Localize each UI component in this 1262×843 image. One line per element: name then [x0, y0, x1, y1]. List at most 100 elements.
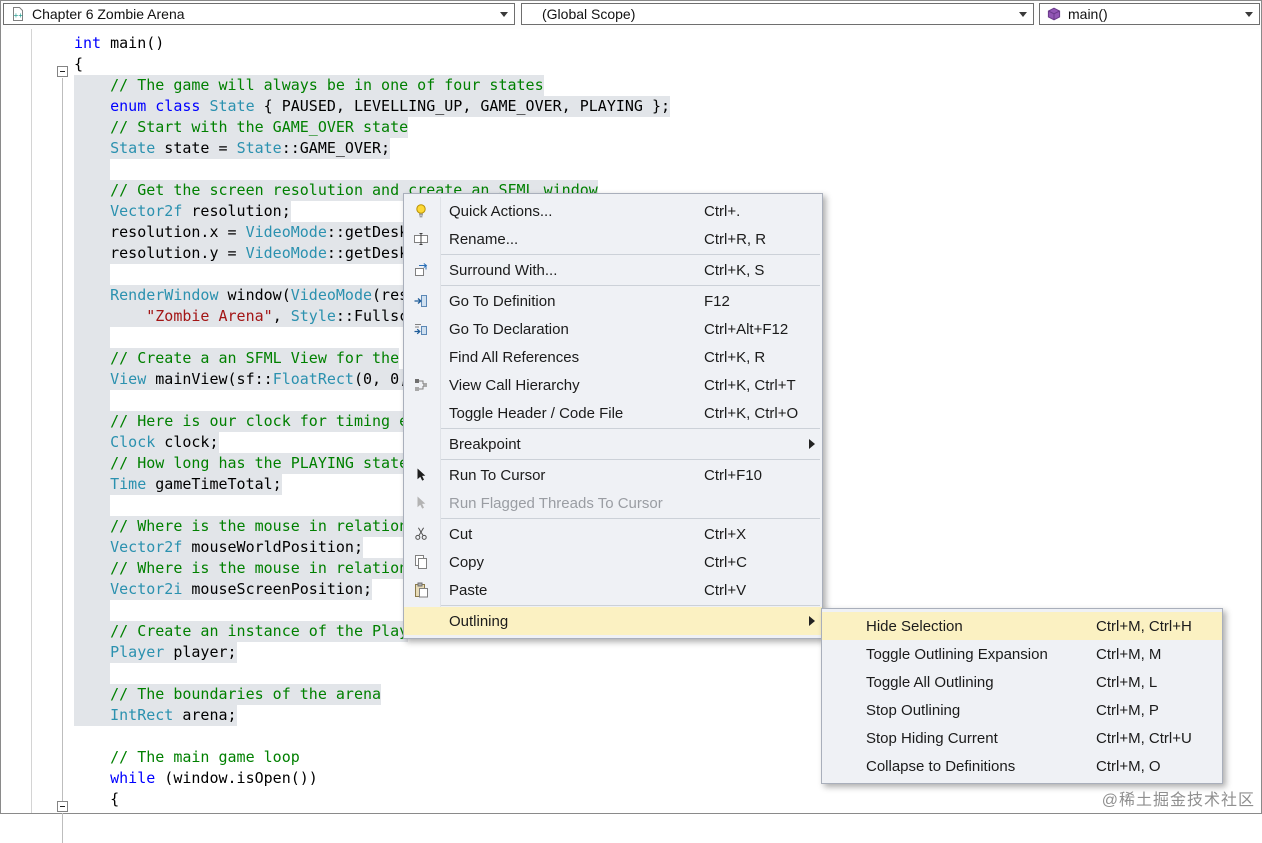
watermark: @稀土掘金技术社区 — [1101, 792, 1255, 809]
menu-item-label: Copy — [449, 553, 485, 571]
run-flagged-icon — [404, 495, 438, 511]
submenu-item-hide-selection[interactable]: Hide Selection Ctrl+M, Ctrl+H — [822, 612, 1222, 640]
menu-item-label: Go To Declaration — [449, 320, 569, 338]
submenu-item-label: Toggle All Outlining — [866, 673, 994, 691]
menu-item-shortcut: Ctrl+K, Ctrl+O — [704, 404, 799, 422]
submenu-item-collapse-to-definitions[interactable]: Collapse to Definitions Ctrl+M, O — [822, 752, 1222, 780]
code-line-text: "Zombie Arena", Style::Fullsc — [74, 306, 409, 327]
menu-item-rename[interactable]: Rename... Ctrl+R, R — [404, 225, 822, 253]
menu-item-run-to-cursor[interactable]: Run To Cursor Ctrl+F10 — [404, 461, 822, 489]
menu-item-label: View Call Hierarchy — [449, 376, 580, 394]
code-line-text: { — [74, 55, 84, 73]
menu-item-label: Surround With... — [449, 261, 558, 279]
menu-item-label: Breakpoint — [449, 435, 521, 453]
submenu-item-shortcut: Ctrl+M, P — [1096, 701, 1159, 719]
code-line-text: State state = State::GAME_OVER; — [74, 138, 391, 159]
submenu-item-shortcut: Ctrl+M, M — [1096, 645, 1162, 663]
code-line: enum class State { PAUSED, LEVELLING_UP,… — [1, 96, 1261, 117]
menu-item-surround-with[interactable]: Surround With... Ctrl+K, S — [404, 256, 822, 284]
cut-icon — [404, 526, 438, 542]
code-line-text: // How long has the PLAYING state — [74, 453, 409, 474]
menu-item-shortcut: Ctrl+X — [704, 525, 747, 543]
menu-item-shortcut: Ctrl+C — [704, 553, 747, 571]
copy-icon — [404, 554, 438, 570]
submenu-item-label: Hide Selection — [866, 617, 963, 635]
goto-declaration-icon — [404, 321, 438, 337]
menu-item-label: Cut — [449, 525, 473, 543]
menu-item-paste[interactable]: Paste Ctrl+V — [404, 576, 822, 604]
code-line-text: // Start with the GAME_OVER state — [74, 117, 409, 138]
menu-separator — [441, 285, 820, 286]
method-icon — [1046, 6, 1062, 22]
submenu-item-toggle-outlining-expansion[interactable]: Toggle Outlining Expansion Ctrl+M, M — [822, 640, 1222, 668]
file-dropdown-label: Chapter 6 Zombie Arena — [32, 6, 185, 22]
code-line-text: { — [110, 790, 120, 808]
code-line-text: Vector2i mouseScreenPosition; — [74, 579, 373, 600]
code-line: State state = State::GAME_OVER; — [1, 138, 1261, 159]
menu-item-find-all-references[interactable]: Find All References Ctrl+K, R — [404, 343, 822, 371]
submenu-item-label: Stop Outlining — [866, 701, 961, 719]
code-line-text — [74, 600, 111, 621]
rename-icon — [404, 231, 438, 247]
code-line-text — [74, 159, 111, 180]
submenu-item-stop-outlining[interactable]: Stop Outlining Ctrl+M, P — [822, 696, 1222, 724]
paste-icon — [404, 582, 438, 598]
menu-item-shortcut: Ctrl+K, R — [704, 348, 766, 366]
code-line-text — [74, 264, 111, 285]
menu-item-view-call-hierarchy[interactable]: View Call Hierarchy Ctrl+K, Ctrl+T — [404, 371, 822, 399]
menu-item-cut[interactable]: Cut Ctrl+X — [404, 520, 822, 548]
code-line-text — [74, 327, 111, 348]
menu-item-toggle-header-code-file[interactable]: Toggle Header / Code File Ctrl+K, Ctrl+O — [404, 399, 822, 427]
submenu-item-shortcut: Ctrl+M, Ctrl+H — [1096, 617, 1192, 635]
lightbulb-icon — [404, 203, 438, 219]
menu-item-label: Run Flagged Threads To Cursor — [449, 494, 663, 512]
menu-item-copy[interactable]: Copy Ctrl+C — [404, 548, 822, 576]
menu-item-shortcut: Ctrl+R, R — [704, 230, 767, 248]
submenu-item-shortcut: Ctrl+M, O — [1096, 757, 1161, 775]
code-line-text: RenderWindow window(VideoMode(res — [74, 285, 409, 306]
scope-dropdown[interactable]: (Global Scope) — [521, 3, 1034, 25]
submenu-item-label: Collapse to Definitions — [866, 757, 1016, 775]
menu-item-shortcut: Ctrl+K, Ctrl+T — [704, 376, 796, 394]
navigation-bar: ++ Chapter 6 Zombie Arena (Global Scope)… — [1, 1, 1261, 30]
code-line-text — [74, 663, 111, 684]
member-dropdown[interactable]: main() — [1039, 3, 1260, 25]
submenu-item-toggle-all-outlining[interactable]: Toggle All Outlining Ctrl+M, L — [822, 668, 1222, 696]
code-line-text: resolution.x = VideoMode::getDesk — [74, 222, 409, 243]
menu-item-outlining[interactable]: Outlining — [404, 607, 822, 635]
menu-item-quick-actions[interactable]: Quick Actions... Ctrl+. — [404, 197, 822, 225]
context-menu: Quick Actions... Ctrl+. Rename... Ctrl+R, R… — [403, 193, 823, 639]
run-to-cursor-icon — [404, 467, 438, 483]
code-line-text: while (window.isOpen()) — [110, 769, 318, 787]
code-line-text: // Create a an SFML View for the — [74, 348, 400, 369]
code-line-text: resolution.y = VideoMode::getDesk — [74, 243, 409, 264]
menu-item-shortcut: Ctrl+K, S — [704, 261, 765, 279]
outlining-submenu: Hide Selection Ctrl+M, Ctrl+H Toggle Outli… — [821, 608, 1223, 784]
submenu-item-shortcut: Ctrl+M, L — [1096, 673, 1158, 691]
menu-separator — [441, 518, 820, 519]
code-line-text: Clock clock; — [74, 432, 219, 453]
menu-item-breakpoint[interactable]: Breakpoint — [404, 430, 822, 458]
code-line: { — [1, 789, 1261, 810]
submenu-item-stop-hiding-current[interactable]: Stop Hiding Current Ctrl+M, Ctrl+U — [822, 724, 1222, 752]
chevron-down-icon — [1245, 11, 1253, 17]
member-dropdown-label: main() — [1068, 6, 1108, 22]
code-line: int main() — [1, 33, 1261, 54]
code-line: { — [1, 54, 1261, 75]
goto-definition-icon — [404, 293, 438, 309]
menu-item-label: Run To Cursor — [449, 466, 546, 484]
file-dropdown[interactable]: ++ Chapter 6 Zombie Arena — [3, 3, 515, 25]
menu-item-shortcut: Ctrl+Alt+F12 — [704, 320, 789, 338]
submenu-arrow-icon — [809, 439, 815, 449]
code-line: // Start with the GAME_OVER state — [1, 117, 1261, 138]
code-line-text — [74, 390, 111, 411]
menu-item-label: Rename... — [449, 230, 519, 248]
code-line-text: // The boundaries of the arena — [74, 684, 382, 705]
menu-item-run-flagged-threads-to-cursor: Run Flagged Threads To Cursor — [404, 489, 822, 517]
menu-item-label: Paste — [449, 581, 488, 599]
menu-item-go-to-declaration[interactable]: Go To Declaration Ctrl+Alt+F12 — [404, 315, 822, 343]
menu-item-shortcut: Ctrl+V — [704, 581, 747, 599]
menu-item-go-to-definition[interactable]: Go To Definition F12 — [404, 287, 822, 315]
menu-item-label: Find All References — [449, 348, 580, 366]
